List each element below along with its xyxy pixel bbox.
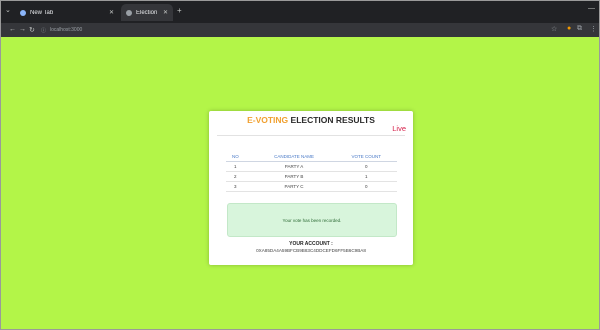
cell-no: 1 — [226, 161, 253, 172]
close-icon[interactable]: ✕ — [109, 9, 114, 16]
browser-window: ⌄ New Tab ✕ Election Voting ✕ + — ← → ↻ … — [0, 0, 600, 330]
page-title: E-VOTING ELECTION RESULTS — [209, 115, 413, 125]
new-tab-button[interactable]: + — [177, 6, 182, 15]
column-header-votes: VOTE COUNT — [335, 152, 397, 162]
live-badge: Live — [392, 124, 406, 133]
info-icon[interactable]: ⓘ — [41, 27, 46, 34]
cell-no: 2 — [226, 171, 253, 182]
results-table: NO CANDIDATE NAME VOTE COUNT 1 PARTY A 0… — [226, 152, 397, 192]
new-tab-favicon-icon — [20, 9, 26, 16]
cell-candidate: PARTY B — [252, 171, 336, 182]
title-rest: ELECTION RESULTS — [290, 115, 375, 125]
account-address: 0XA85DA4A59BFCB9B83C4DDCEFD6FF5B6C9BA8 — [256, 248, 366, 253]
reload-icon[interactable]: ↻ — [29, 26, 35, 34]
browser-toolbar: ← → ↻ ⓘ localhost:3000 ☆ ● ⧉ ⋮ — [1, 23, 599, 37]
table-row: 2 PARTY B 1 — [226, 171, 397, 182]
tab-new-tab[interactable]: New Tab ✕ — [15, 4, 119, 21]
puzzle-icon[interactable]: ⧉ — [577, 25, 582, 33]
table-row: 1 PARTY A 0 — [226, 161, 397, 172]
extension-icon[interactable]: ● — [567, 25, 571, 32]
chevron-down-icon[interactable]: ⌄ — [5, 6, 11, 14]
url-text: localhost:3000 — [50, 27, 83, 33]
close-icon[interactable]: ✕ — [163, 9, 168, 16]
cell-votes: 0 — [335, 181, 397, 192]
tab-label: Election Voting — [136, 9, 159, 16]
arrow-right-icon[interactable]: → — [19, 26, 26, 33]
kebab-menu-icon[interactable]: ⋮ — [590, 25, 597, 33]
alert-text: Your vote has been recorded. — [282, 217, 342, 223]
title-accent: E-VOTING — [247, 115, 289, 125]
arrow-left-icon[interactable]: ← — [9, 26, 16, 33]
cell-votes: 0 — [335, 161, 397, 172]
cell-no: 3 — [226, 181, 253, 192]
cell-votes: 1 — [335, 171, 397, 182]
divider — [217, 135, 405, 136]
cell-candidate: PARTY C — [252, 181, 336, 192]
address-bar[interactable]: ⓘ localhost:3000 — [41, 25, 521, 35]
results-card: E-VOTING ELECTION RESULTS Live NO CANDID… — [209, 111, 413, 265]
tab-election-voting[interactable]: Election Voting ✕ — [121, 4, 173, 21]
tab-strip: ⌄ New Tab ✕ Election Voting ✕ + — — [1, 1, 599, 23]
column-header-candidate: CANDIDATE NAME — [252, 152, 336, 162]
globe-icon — [126, 9, 132, 16]
cell-candidate: PARTY A — [252, 161, 336, 172]
table-row: 3 PARTY C 0 — [226, 181, 397, 192]
star-icon[interactable]: ☆ — [551, 25, 557, 33]
tab-label: New Tab — [30, 9, 54, 16]
account-label: YOUR ACCOUNT : — [289, 241, 333, 247]
column-header-no: NO — [226, 152, 253, 162]
table-header-row: NO CANDIDATE NAME VOTE COUNT — [226, 152, 397, 162]
minimize-icon[interactable]: — — [588, 5, 595, 12]
vote-recorded-alert: Your vote has been recorded. — [227, 203, 397, 237]
